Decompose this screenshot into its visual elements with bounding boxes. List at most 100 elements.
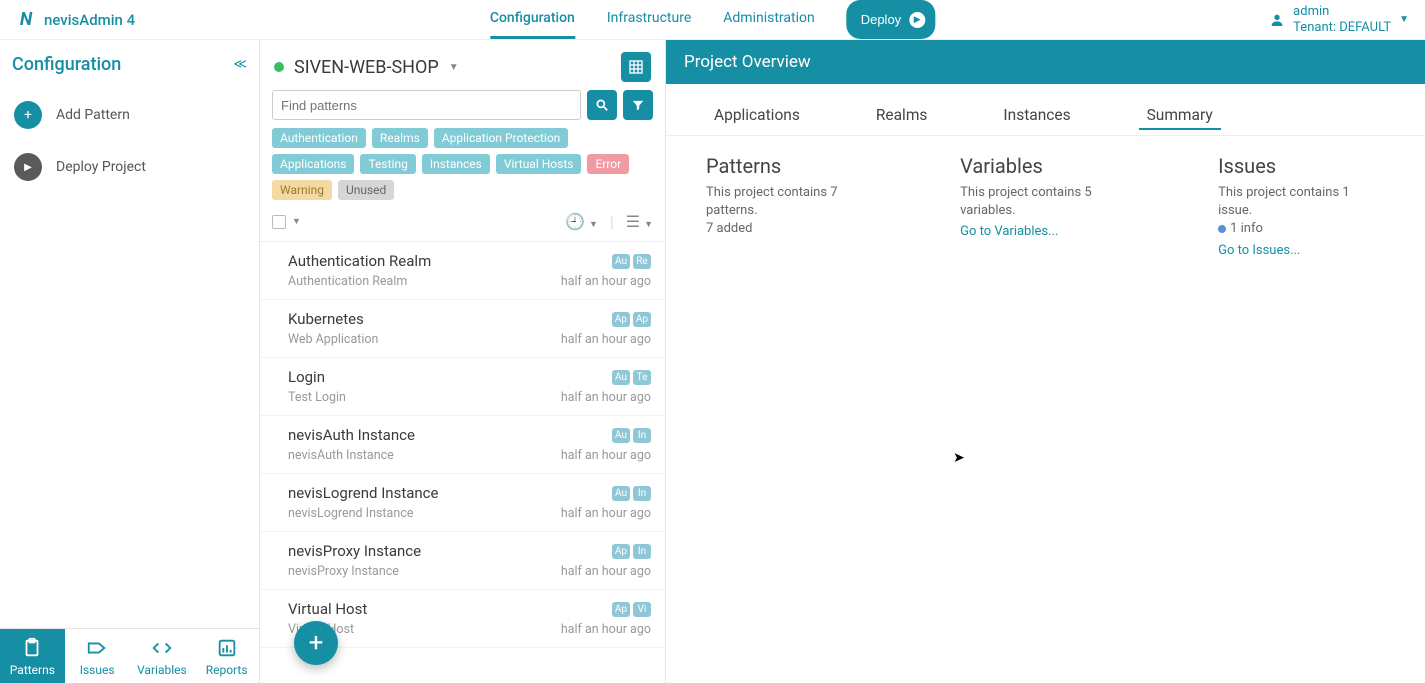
category-badge: Te bbox=[633, 370, 651, 385]
tag-instances[interactable]: Instances bbox=[422, 154, 490, 174]
pattern-item[interactable]: Authentication Realm Au Re Authenticatio… bbox=[260, 242, 665, 300]
patterns-heading: Patterns bbox=[706, 154, 890, 178]
clipboard-icon bbox=[21, 637, 43, 659]
footer-tab-issues[interactable]: Issues bbox=[65, 629, 130, 683]
footer-tab-variables[interactable]: Variables bbox=[130, 629, 195, 683]
patterns-desc: This project contains 7 patterns. bbox=[706, 184, 890, 220]
tag-applications[interactable]: Applications bbox=[272, 154, 354, 174]
deploy-project-label: Deploy Project bbox=[56, 159, 146, 175]
category-badge: In bbox=[633, 544, 651, 559]
pattern-title: Kubernetes bbox=[288, 310, 364, 328]
play-icon: ▶ bbox=[909, 12, 925, 28]
tag-realms[interactable]: Realms bbox=[372, 128, 428, 148]
user-name: admin bbox=[1293, 4, 1391, 20]
deploy-button[interactable]: Deploy ▶ bbox=[847, 0, 935, 39]
category-badge: In bbox=[633, 486, 651, 501]
sidebar-deploy-project[interactable]: ▶ Deploy Project bbox=[0, 141, 259, 193]
pattern-item[interactable]: nevisProxy Instance Ap In nevisProxy Ins… bbox=[260, 532, 665, 590]
app-name: nevisAdmin 4 bbox=[44, 11, 135, 29]
plus-icon: + bbox=[309, 628, 324, 658]
pattern-title: Authentication Realm bbox=[288, 252, 431, 270]
grid-view-button[interactable] bbox=[621, 52, 651, 82]
footer-tab-patterns[interactable]: Patterns bbox=[0, 629, 65, 683]
category-badge: Au bbox=[612, 254, 630, 269]
app-logo[interactable]: N nevisAdmin 4 bbox=[16, 10, 135, 30]
category-badge: Vi bbox=[633, 602, 651, 617]
pattern-item[interactable]: nevisAuth Instance Au In nevisAuth Insta… bbox=[260, 416, 665, 474]
tag-application-protection[interactable]: Application Protection bbox=[434, 128, 569, 148]
select-all-checkbox[interactable] bbox=[272, 215, 286, 229]
sidebar-title: Configuration bbox=[12, 54, 121, 75]
tab-realms[interactable]: Realms bbox=[868, 102, 936, 129]
pattern-subtitle: Web Application bbox=[288, 332, 378, 347]
issues-heading: Issues bbox=[1218, 154, 1385, 178]
category-badge: Au bbox=[612, 428, 630, 443]
nav-configuration[interactable]: Configuration bbox=[490, 0, 575, 39]
pattern-time: half an hour ago bbox=[561, 448, 651, 463]
tag-authentication[interactable]: Authentication bbox=[272, 128, 366, 148]
footer-reports-label: Reports bbox=[206, 663, 248, 677]
search-icon bbox=[595, 98, 609, 112]
goto-variables-link[interactable]: Go to Variables... bbox=[960, 224, 1058, 239]
tag-icon bbox=[86, 637, 108, 659]
user-icon bbox=[1269, 12, 1285, 28]
pattern-subtitle: nevisProxy Instance bbox=[288, 564, 399, 579]
chart-icon bbox=[216, 637, 238, 659]
chevron-down-icon[interactable]: ▼ bbox=[292, 216, 301, 227]
status-dot-icon bbox=[274, 62, 284, 72]
tag-unused[interactable]: Unused bbox=[338, 180, 394, 200]
tab-summary[interactable]: Summary bbox=[1139, 102, 1221, 130]
summary-variables: Variables This project contains 5 variab… bbox=[960, 154, 1148, 258]
pattern-item[interactable]: nevisLogrend Instance Au In nevisLogrend… bbox=[260, 474, 665, 532]
pattern-title: Virtual Host bbox=[288, 600, 367, 618]
pattern-subtitle: nevisAuth Instance bbox=[288, 448, 394, 463]
add-pattern-fab[interactable]: + bbox=[294, 621, 338, 665]
chevron-down-icon: ▼ bbox=[449, 62, 459, 73]
pattern-time: half an hour ago bbox=[561, 390, 651, 405]
tag-warning[interactable]: Warning bbox=[272, 180, 332, 200]
filter-button[interactable] bbox=[623, 90, 653, 120]
summary-patterns: Patterns This project contains 7 pattern… bbox=[706, 154, 890, 258]
tab-instances[interactable]: Instances bbox=[995, 102, 1078, 129]
project-selector[interactable]: SIVEN-WEB-SHOP ▼ bbox=[274, 57, 459, 78]
category-badge: Ap bbox=[633, 312, 651, 327]
pattern-title: nevisLogrend Instance bbox=[288, 484, 438, 502]
tag-error[interactable]: Error bbox=[587, 154, 629, 174]
add-pattern-label: Add Pattern bbox=[56, 107, 130, 123]
view-menu[interactable]: ☰ ▼ bbox=[626, 212, 653, 231]
tab-applications[interactable]: Applications bbox=[706, 102, 808, 129]
pattern-subtitle: Test Login bbox=[288, 390, 346, 405]
sidebar-add-pattern[interactable]: + Add Pattern bbox=[0, 89, 259, 141]
search-input[interactable] bbox=[272, 90, 581, 120]
pattern-time: half an hour ago bbox=[561, 506, 651, 521]
goto-issues-link[interactable]: Go to Issues... bbox=[1218, 243, 1300, 258]
tag-testing[interactable]: Testing bbox=[360, 154, 415, 174]
plus-icon: + bbox=[14, 101, 42, 129]
nav-infrastructure[interactable]: Infrastructure bbox=[607, 0, 691, 39]
nav-administration[interactable]: Administration bbox=[723, 0, 814, 39]
footer-tab-reports[interactable]: Reports bbox=[194, 629, 259, 683]
project-name: SIVEN-WEB-SHOP bbox=[294, 57, 439, 78]
code-icon bbox=[151, 637, 173, 659]
variables-desc: This project contains 5 variables. bbox=[960, 184, 1148, 220]
pattern-time: half an hour ago bbox=[561, 564, 651, 579]
issues-desc: This project contains 1 issue. bbox=[1218, 184, 1385, 220]
pattern-item[interactable]: Kubernetes Ap Ap Web Application half an… bbox=[260, 300, 665, 358]
chevron-down-icon: ▼ bbox=[1399, 14, 1409, 25]
category-badge: Ap bbox=[612, 312, 630, 327]
issues-info: 1 info bbox=[1230, 221, 1263, 236]
pattern-item[interactable]: Login Au Te Test Login half an hour ago bbox=[260, 358, 665, 416]
pattern-subtitle: nevisLogrend Instance bbox=[288, 506, 413, 521]
pattern-time: half an hour ago bbox=[561, 622, 651, 637]
variables-heading: Variables bbox=[960, 154, 1148, 178]
pattern-time: half an hour ago bbox=[561, 332, 651, 347]
search-button[interactable] bbox=[587, 90, 617, 120]
category-badge: Re bbox=[633, 254, 651, 269]
category-badge: Ap bbox=[612, 544, 630, 559]
deploy-label: Deploy bbox=[861, 12, 901, 27]
user-menu[interactable]: admin Tenant: DEFAULT ▼ bbox=[1269, 4, 1409, 35]
divider: | bbox=[610, 212, 614, 231]
tag-virtual-hosts[interactable]: Virtual Hosts bbox=[496, 154, 582, 174]
history-menu[interactable]: 🕘 ▼ bbox=[565, 212, 598, 231]
collapse-sidebar-icon[interactable]: ≪ bbox=[233, 57, 247, 72]
